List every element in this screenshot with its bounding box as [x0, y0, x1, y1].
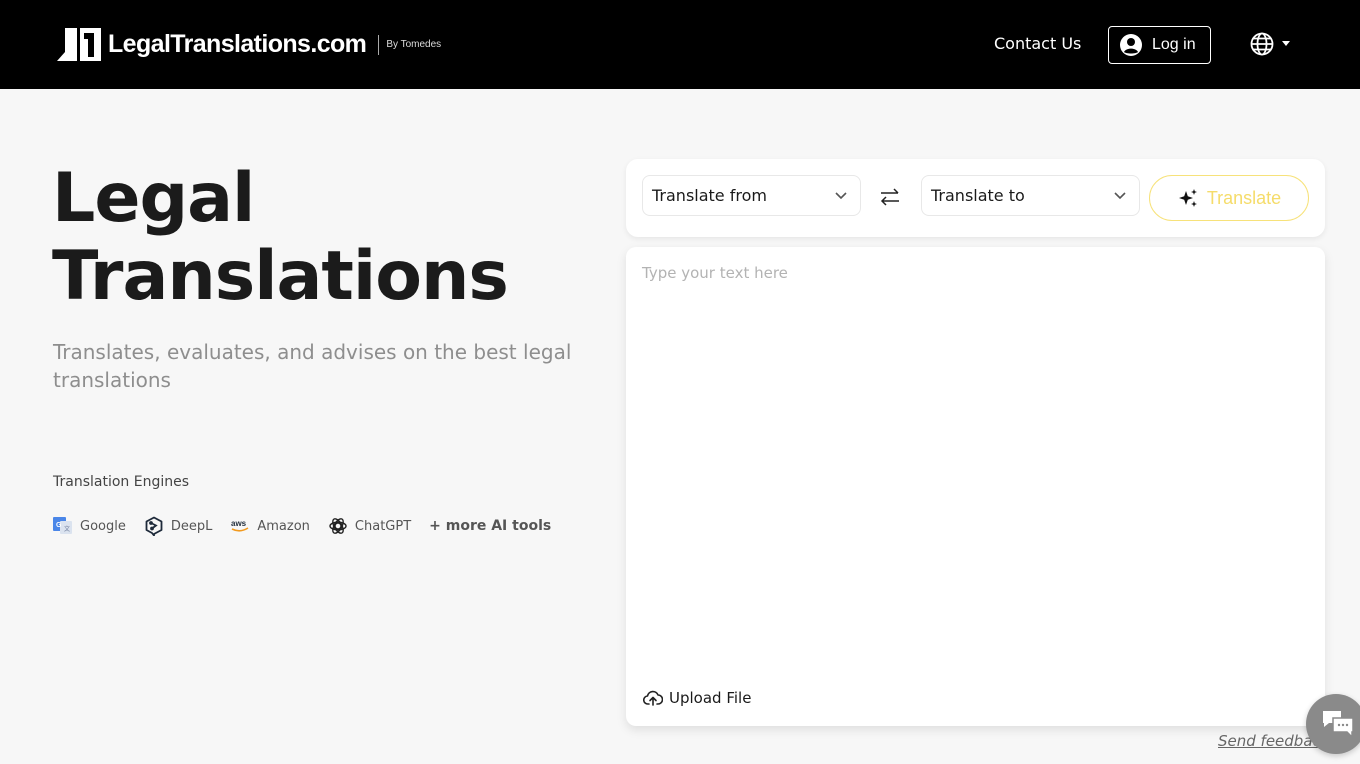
engine-chatgpt-label: ChatGPT: [354, 518, 412, 534]
logo-by-tomedes: By Tomedes: [386, 39, 442, 50]
translation-engines-list: G 文 Google DeepL aws Amazon ChatGPT + mo…: [53, 516, 551, 536]
logo-mark-icon: [57, 28, 101, 61]
source-text-input[interactable]: [626, 247, 1325, 667]
engine-deepl-label: DeepL: [170, 518, 213, 534]
chat-widget-button[interactable]: [1306, 694, 1360, 754]
chevron-down-icon: [835, 191, 847, 199]
hero-title-line1: Legal: [52, 159, 255, 238]
svg-text:G: G: [56, 522, 62, 529]
swap-arrows-icon[interactable]: [878, 185, 902, 209]
hero-title-line2: Translations: [52, 237, 509, 316]
translate-from-select[interactable]: Translate from: [642, 175, 861, 216]
translation-engines-label: Translation Engines: [53, 474, 190, 490]
contact-us-link[interactable]: Contact Us: [994, 34, 1081, 53]
globe-icon: [1250, 32, 1274, 56]
caret-down-icon: [1282, 41, 1290, 46]
top-navigation-bar: LegalTranslations.com By Tomedes Contact…: [0, 0, 1360, 89]
engine-chatgpt: ChatGPT: [328, 516, 411, 536]
hero-title: Legal Translations: [52, 159, 509, 316]
cloud-upload-icon: [643, 690, 663, 706]
translate-to-select[interactable]: Translate to: [921, 175, 1140, 216]
sparkle-icon: [1178, 189, 1197, 207]
engine-google: G 文 Google: [53, 516, 126, 536]
chevron-down-icon: [1114, 191, 1126, 199]
logo-divider: [378, 34, 380, 55]
svg-text:aws: aws: [231, 519, 247, 528]
google-translate-icon: G 文: [53, 517, 72, 534]
upload-file-label: Upload File: [669, 689, 752, 707]
deepl-icon: [145, 516, 163, 536]
site-logo[interactable]: LegalTranslations.com By Tomedes: [57, 28, 441, 61]
engine-amazon-label: Amazon: [257, 518, 310, 534]
translate-to-label: Translate to: [931, 186, 1025, 205]
chat-bubbles-icon: [1323, 711, 1354, 739]
user-avatar-icon: [1120, 34, 1142, 56]
translate-button-label: Translate: [1206, 187, 1282, 208]
language-selection-bar: Translate from Translate to Translate: [626, 159, 1325, 237]
engine-google-label: Google: [80, 518, 126, 534]
chatgpt-icon: [329, 518, 347, 534]
login-button[interactable]: Log in: [1108, 26, 1211, 64]
logo-text: LegalTranslations.com: [108, 30, 367, 58]
aws-icon: aws: [231, 519, 249, 532]
upload-file-button[interactable]: Upload File: [643, 688, 751, 708]
translate-button[interactable]: Translate: [1149, 175, 1309, 221]
language-selector[interactable]: [1250, 32, 1290, 56]
text-input-card: Upload File: [626, 247, 1325, 726]
svg-text:文: 文: [64, 525, 70, 533]
login-label: Log in: [1152, 36, 1196, 53]
hero-subtitle: Translates, evaluates, and advises on th…: [53, 340, 572, 392]
more-ai-tools-link[interactable]: + more AI tools: [429, 518, 551, 534]
engine-amazon: aws Amazon: [230, 516, 310, 536]
translate-from-label: Translate from: [652, 186, 767, 205]
engine-deepl: DeepL: [144, 516, 213, 536]
